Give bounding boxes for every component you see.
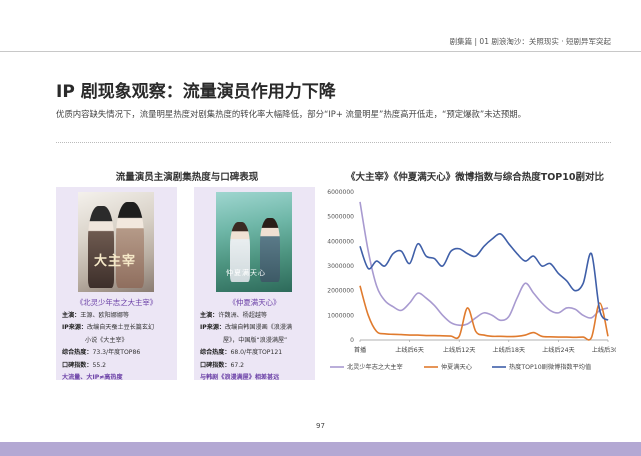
- rep-label: 口碑指数：: [200, 361, 231, 369]
- lead-label: 主演：: [62, 312, 81, 319]
- section-divider: [56, 142, 611, 143]
- series-line: [359, 201, 609, 327]
- heat-value: 73.3/年度TOP86: [92, 349, 141, 357]
- y-tick-label: 2000000: [327, 288, 354, 295]
- drama-tagline: 与韩剧《浪漫满屋》相差甚远: [200, 374, 280, 382]
- ip-label: IP来源：: [62, 324, 88, 332]
- legend-label: 仲夏满天心: [441, 363, 472, 371]
- header-rule: [0, 51, 641, 52]
- lead-value: 许魏洲、杨超越等: [218, 312, 268, 319]
- y-tick-label: 3000000: [327, 263, 354, 270]
- y-tick-label: 1000000: [327, 312, 354, 319]
- ip-value-cont: 屋》，中国版“浪漫满屋”: [223, 336, 288, 344]
- drama-name: 《北灵少年志之大主宰》: [75, 298, 158, 307]
- section-header: 剧集篇 | 01 剧浪淘沙：关照现实 · 短剧异军突起: [449, 37, 611, 46]
- poster-image: 仲夏满天心: [216, 192, 292, 292]
- x-tick-label: 上线后12天: [443, 346, 476, 354]
- line-chart: 0 1000000 2000000 3000000 4000000 5000000 6000…: [327, 189, 616, 371]
- rep-value: 67.2: [230, 361, 245, 369]
- ip-value: 改编自韩国漫画《浪漫满: [225, 324, 293, 332]
- lead-label: 主演：: [200, 312, 219, 319]
- y-tick-label: 4000000: [327, 238, 354, 245]
- heat-label: 综合热度：: [200, 349, 231, 357]
- y-tick-label: 5000000: [327, 214, 354, 221]
- poster-title: 仲夏满天心: [226, 269, 266, 277]
- drama-card-dazhuzai: 大主宰 《北灵少年志之大主宰》 主演：王源、欧阳娜娜等 IP来源：改编自天蚕土豆…: [56, 187, 177, 381]
- drama-card-zhongxia: 仲夏满天心 《仲夏满天心》 主演：许魏洲、杨超越等 IP来源：改编自韩国漫画《浪…: [194, 187, 315, 381]
- left-section-title: 流量演员主演剧集热度与口碑表现: [115, 172, 259, 183]
- poster-title: 大主宰: [94, 254, 137, 269]
- page-subtitle: 优质内容缺失情况下，流量明星热度对剧集热度的转化率大幅降低，部分“IP+ 流量明…: [56, 109, 527, 119]
- chart-title: 《大主宰》《仲夏满天心》微博指数与综合热度TOP10剧对比: [346, 172, 604, 183]
- y-tick-label: 6000000: [327, 189, 354, 196]
- y-tick-label: 0: [350, 337, 354, 344]
- drama-info: 主演：王源、欧阳娜娜等 IP来源：改编自天蚕土豆长篇玄幻 小说《大主宰》 综合热…: [62, 310, 173, 384]
- ip-value: 改编自天蚕土豆长篇玄幻: [87, 324, 155, 332]
- lead-value: 王源、欧阳娜娜等: [80, 312, 130, 319]
- poster-image: 大主宰: [78, 192, 154, 292]
- ip-label: IP来源：: [200, 324, 226, 332]
- x-tick-label: 上线后18天: [492, 346, 525, 354]
- heat-value: 68.0/年度TOP121: [230, 349, 283, 357]
- page-title: IP 剧现象观察：流量演员作用力下降: [56, 82, 336, 102]
- heat-label: 综合热度：: [62, 349, 93, 357]
- drama-name: 《仲夏满天心》: [228, 298, 281, 307]
- drama-info: 主演：许魏洲、杨超越等 IP来源：改编自韩国漫画《浪漫满 屋》，中国版“浪漫满屋…: [200, 310, 311, 384]
- page-number: 97: [316, 422, 325, 430]
- rep-value: 55.2: [92, 361, 107, 369]
- legend-label: 热度TOP10剧微博指数平均值: [509, 363, 591, 371]
- ip-value-cont: 小说《大主宰》: [85, 336, 128, 344]
- x-tick-label: 上线后24天: [542, 346, 575, 354]
- x-tick-label: 上线后6天: [395, 346, 424, 354]
- bottom-bar: [0, 442, 641, 456]
- drama-tagline: 大流量、大IP≠高热度: [62, 374, 123, 382]
- rep-label: 口碑指数：: [62, 361, 93, 369]
- legend-label: 北灵少年志之大主宰: [347, 363, 403, 371]
- x-tick-label: 首播: [354, 346, 367, 354]
- x-tick-label: 上线后30天: [592, 346, 616, 354]
